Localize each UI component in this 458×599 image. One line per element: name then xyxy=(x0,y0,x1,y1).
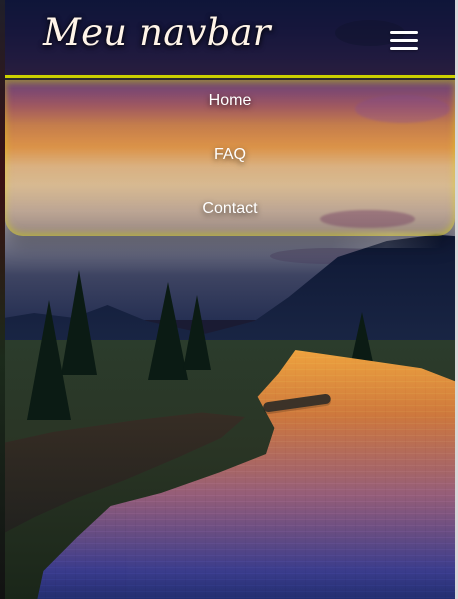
hamburger-menu-icon[interactable] xyxy=(390,31,418,51)
tree xyxy=(148,282,188,380)
menu-item-contact[interactable]: Contact xyxy=(5,200,455,218)
nav-dropdown-menu: Home FAQ Contact xyxy=(5,78,455,236)
hamburger-line xyxy=(390,39,418,42)
hamburger-line xyxy=(390,31,418,34)
tree xyxy=(183,295,211,370)
menu-item-home[interactable]: Home xyxy=(5,92,455,110)
menu-item-faq[interactable]: FAQ xyxy=(5,146,455,164)
hamburger-line xyxy=(390,47,418,50)
menu-divider xyxy=(5,78,455,80)
brand-title[interactable]: Meu navbar xyxy=(43,11,271,54)
page-viewport: Meu navbar Home FAQ Contact xyxy=(5,0,455,599)
top-navbar: Meu navbar xyxy=(5,0,455,78)
tree xyxy=(27,300,71,420)
